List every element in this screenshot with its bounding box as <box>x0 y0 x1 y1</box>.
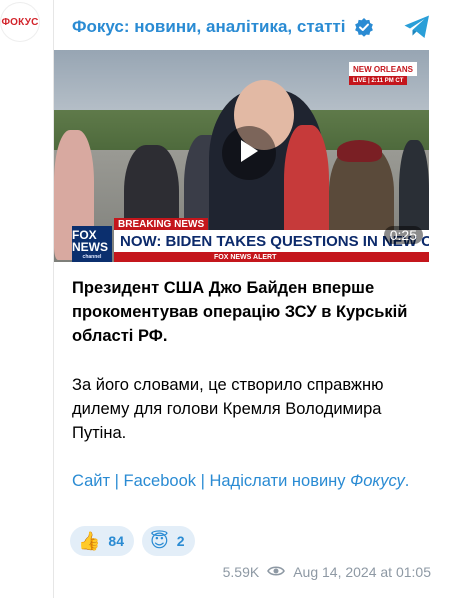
telegram-icon[interactable] <box>403 14 431 40</box>
play-button[interactable] <box>222 126 276 180</box>
link-submit-news[interactable]: Надіслати новину Фокусу <box>209 472 404 490</box>
angel-face-icon: 😇 <box>150 530 169 551</box>
alert-label: FOX NEWS ALERT <box>114 252 429 262</box>
video-duration: 0:25 <box>383 226 423 244</box>
video-player[interactable]: NEW ORLEANS LIVE | 2:11 PM CT BREAKING N… <box>54 50 429 262</box>
link-site[interactable]: Сайт <box>72 472 110 490</box>
reactions-bar: 👍 84 😇 2 <box>70 526 195 556</box>
reaction-count: 84 <box>108 533 124 549</box>
thumbs-up-icon: 👍 <box>78 530 101 551</box>
eye-icon <box>267 564 286 580</box>
breaking-news-label: BREAKING NEWS <box>114 218 209 230</box>
post-headline: Президент США Джо Байден вперше прокомен… <box>72 279 408 345</box>
view-count: 5.59K <box>222 564 260 580</box>
post-links: Сайт | Facebook | Надіслати новину Фокус… <box>72 468 437 494</box>
channel-name[interactable]: Фокус: новини, аналітика, статті <box>72 17 346 37</box>
message-card: Фокус: новини, аналітика, статті NEW ORL… <box>53 0 450 598</box>
link-facebook[interactable]: Facebook <box>124 472 196 490</box>
post-body: За його словами, це створило справжню ди… <box>72 376 384 442</box>
fox-news-logo: FOX NEWS channel <box>72 226 112 262</box>
reaction-angel[interactable]: 😇 2 <box>142 526 195 556</box>
reaction-thumbs-up[interactable]: 👍 84 <box>70 526 134 556</box>
link-submit-italic: Фокусу <box>350 472 405 490</box>
verified-badge-icon <box>354 17 374 37</box>
location-label: NEW ORLEANS <box>349 62 417 76</box>
message-header: Фокус: новини, аналітика, статті <box>72 10 441 44</box>
play-icon <box>238 138 260 169</box>
location-sub-label: LIVE | 2:11 PM CT <box>349 76 408 85</box>
link-separator: | <box>110 472 124 490</box>
link-submit-text: Надіслати новину <box>209 472 351 490</box>
fox-news-logo-sub: channel <box>82 253 102 260</box>
timestamp: Aug 14, 2024 at 01:05 <box>293 564 431 580</box>
reaction-count: 2 <box>176 533 185 549</box>
video-headline: NOW: BIDEN TAKES QUESTIONS IN NEW ORLEAN… <box>114 230 429 252</box>
link-separator-2: | <box>196 472 210 490</box>
channel-avatar-label: ФОКУС <box>1 16 39 28</box>
message-meta: 5.59K Aug 14, 2024 at 01:05 <box>223 563 431 581</box>
channel-avatar[interactable]: ФОКУС <box>0 2 40 42</box>
link-end: . <box>404 472 410 490</box>
fox-news-logo-text: FOX NEWS <box>72 227 108 254</box>
